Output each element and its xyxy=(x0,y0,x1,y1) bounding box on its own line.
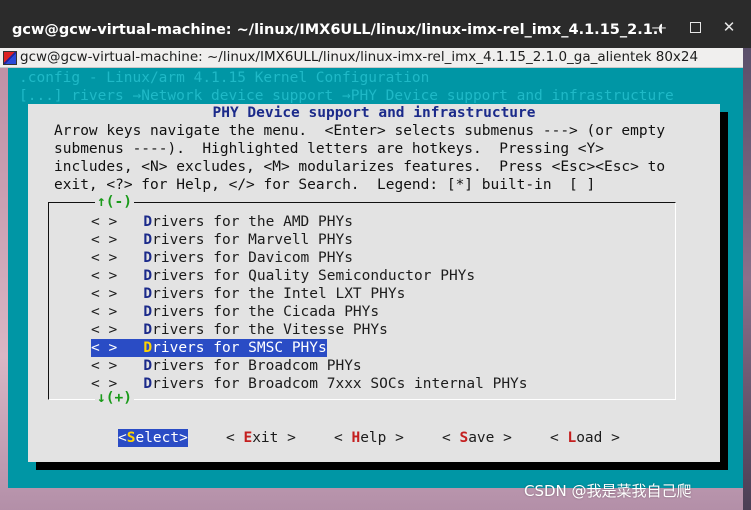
bracket: < xyxy=(442,430,460,446)
menu-item-broadcom-phys[interactable]: < > Drivers for Broadcom PHYs xyxy=(91,357,362,375)
hotkey-letter: H xyxy=(351,430,361,446)
hotkey-letter: D xyxy=(143,322,153,338)
menu-item-label: rivers for the Intel LXT PHYs xyxy=(152,286,406,302)
option-checkbox[interactable]: < > xyxy=(91,286,117,302)
bracket: > xyxy=(602,430,620,446)
option-checkbox[interactable]: < > xyxy=(91,214,117,230)
config-header: .config - Linux/arm 4.1.15 Kernel Config… xyxy=(19,70,430,86)
menu-item-label: rivers for the AMD PHYs xyxy=(152,214,353,230)
bracket: > xyxy=(386,430,404,446)
save-button[interactable]: < Save > xyxy=(442,429,512,447)
scroll-up-indicator[interactable]: ↑(-) xyxy=(95,193,134,211)
hotkey-letter: S xyxy=(459,430,469,446)
hotkey-letter: D xyxy=(143,358,153,374)
button-label: xit xyxy=(252,430,279,446)
hotkey-letter: D xyxy=(143,214,153,230)
scroll-down-indicator[interactable]: ↓(+) xyxy=(95,389,134,407)
close-button[interactable]: ✕ xyxy=(718,16,740,38)
menu-item-smsc-phys[interactable]: < > Drivers for SMSC PHYs xyxy=(91,339,327,357)
csdn-watermark: CSDN @我是菜我自己爬 xyxy=(524,482,692,500)
desktop-wallpaper xyxy=(743,48,751,510)
menu-item-label: rivers for SMSC PHYs xyxy=(152,340,327,356)
terminal-title: gcw@gcw-virtual-machine: ~/linux/IMX6ULL… xyxy=(20,49,699,65)
button-label: elect xyxy=(135,430,180,446)
option-checkbox[interactable]: < > xyxy=(91,304,117,320)
menu-item-label: rivers for the Cicada PHYs xyxy=(152,304,380,320)
help-text-line: submenus ----). Highlighted letters are … xyxy=(54,141,604,157)
option-checkbox[interactable]: < > xyxy=(91,322,117,338)
dialog-title: PHY Device support and infrastructure xyxy=(212,105,536,121)
option-checkbox[interactable]: < > xyxy=(91,232,117,248)
bracket: < xyxy=(226,430,244,446)
menu-item-label: rivers for the Vitesse PHYs xyxy=(152,322,388,338)
menu-item-davicom-phys[interactable]: < > Drivers for Davicom PHYs xyxy=(91,249,353,267)
menu-item-cicada-phys[interactable]: < > Drivers for the Cicada PHYs xyxy=(91,303,379,321)
menu-item-quality-semi-phys[interactable]: < > Drivers for Quality Semiconductor PH… xyxy=(91,267,475,285)
window-title: gcw@gcw-virtual-machine: ~/linux/IMX6ULL… xyxy=(12,22,662,38)
breadcrumb: [...] rivers →Network device support →PH… xyxy=(19,88,674,104)
terminal-area[interactable]: .config - Linux/arm 4.1.15 Kernel Config… xyxy=(8,68,743,488)
hotkey-letter: L xyxy=(567,430,577,446)
hotkey-letter: D xyxy=(143,250,153,266)
minimize-button[interactable]: — xyxy=(648,16,670,38)
menu-item-label: rivers for Marvell PHYs xyxy=(152,232,353,248)
hotkey-letter: D xyxy=(143,304,153,320)
bracket: > xyxy=(278,430,296,446)
menu-item-label: rivers for Broadcom PHYs xyxy=(152,358,362,374)
window-titlebar[interactable]: gcw@gcw-virtual-machine: ~/linux/IMX6ULL… xyxy=(0,0,751,48)
bracket: < xyxy=(334,430,352,446)
option-checkbox[interactable]: < > xyxy=(91,268,117,284)
menu-item-broadcom-7xxx-phys[interactable]: < > Drivers for Broadcom 7xxx SOCs inter… xyxy=(91,375,528,393)
help-text-line: includes, <N> excludes, <M> modularizes … xyxy=(54,159,666,175)
option-checkbox[interactable]: < > xyxy=(91,250,117,266)
menu-item-marvell-phys[interactable]: < > Drivers for Marvell PHYs xyxy=(91,231,353,249)
dialog-shadow xyxy=(720,112,728,470)
hotkey-letter: D xyxy=(143,340,153,356)
hotkey-letter: D xyxy=(143,268,153,284)
exit-button[interactable]: < Exit > xyxy=(226,429,296,447)
option-checkbox[interactable]: < > xyxy=(91,358,117,374)
hotkey-letter: D xyxy=(143,286,153,302)
bracket: < xyxy=(550,430,568,446)
button-label: elp xyxy=(360,430,387,446)
help-button[interactable]: < Help > xyxy=(334,429,404,447)
menu-list[interactable]: ↑(-) < > Drivers for the AMD PHYs < > Dr… xyxy=(48,193,676,407)
terminal-titlebar[interactable]: gcw@gcw-virtual-machine: ~/linux/IMX6ULL… xyxy=(0,48,743,68)
menu-item-label: rivers for Quality Semiconductor PHYs xyxy=(152,268,476,284)
option-checkbox[interactable]: < > xyxy=(91,340,117,356)
menu-item-vitesse-phys[interactable]: < > Drivers for the Vitesse PHYs xyxy=(91,321,388,339)
menu-item-intel-lxt-phys[interactable]: < > Drivers for the Intel LXT PHYs xyxy=(91,285,405,303)
bracket: < xyxy=(118,430,127,446)
help-text-line: exit, <?> for Help, </> for Search. Lege… xyxy=(54,177,596,193)
menu-item-label: rivers for Davicom PHYs xyxy=(152,250,353,266)
maximize-button[interactable] xyxy=(684,16,706,38)
select-button[interactable]: <Select> xyxy=(118,429,188,447)
hotkey-letter: E xyxy=(243,430,253,446)
bracket: > xyxy=(494,430,512,446)
hotkey-letter: D xyxy=(143,232,153,248)
button-label: ave xyxy=(468,430,495,446)
hotkey-letter: D xyxy=(143,376,153,392)
bracket: > xyxy=(179,430,188,446)
help-text-line: Arrow keys navigate the menu. <Enter> se… xyxy=(54,123,666,139)
button-label: oad xyxy=(576,430,603,446)
load-button[interactable]: < Load > xyxy=(550,429,620,447)
menu-item-label: rivers for Broadcom 7xxx SOCs internal P… xyxy=(152,376,528,392)
menu-item-amd-phys[interactable]: < > Drivers for the AMD PHYs xyxy=(91,213,353,231)
dialog-shadow xyxy=(36,462,728,470)
menuconfig-dialog: PHY Device support and infrastructure Ar… xyxy=(28,104,728,470)
maximize-icon xyxy=(689,22,701,33)
putty-icon[interactable] xyxy=(3,51,17,65)
